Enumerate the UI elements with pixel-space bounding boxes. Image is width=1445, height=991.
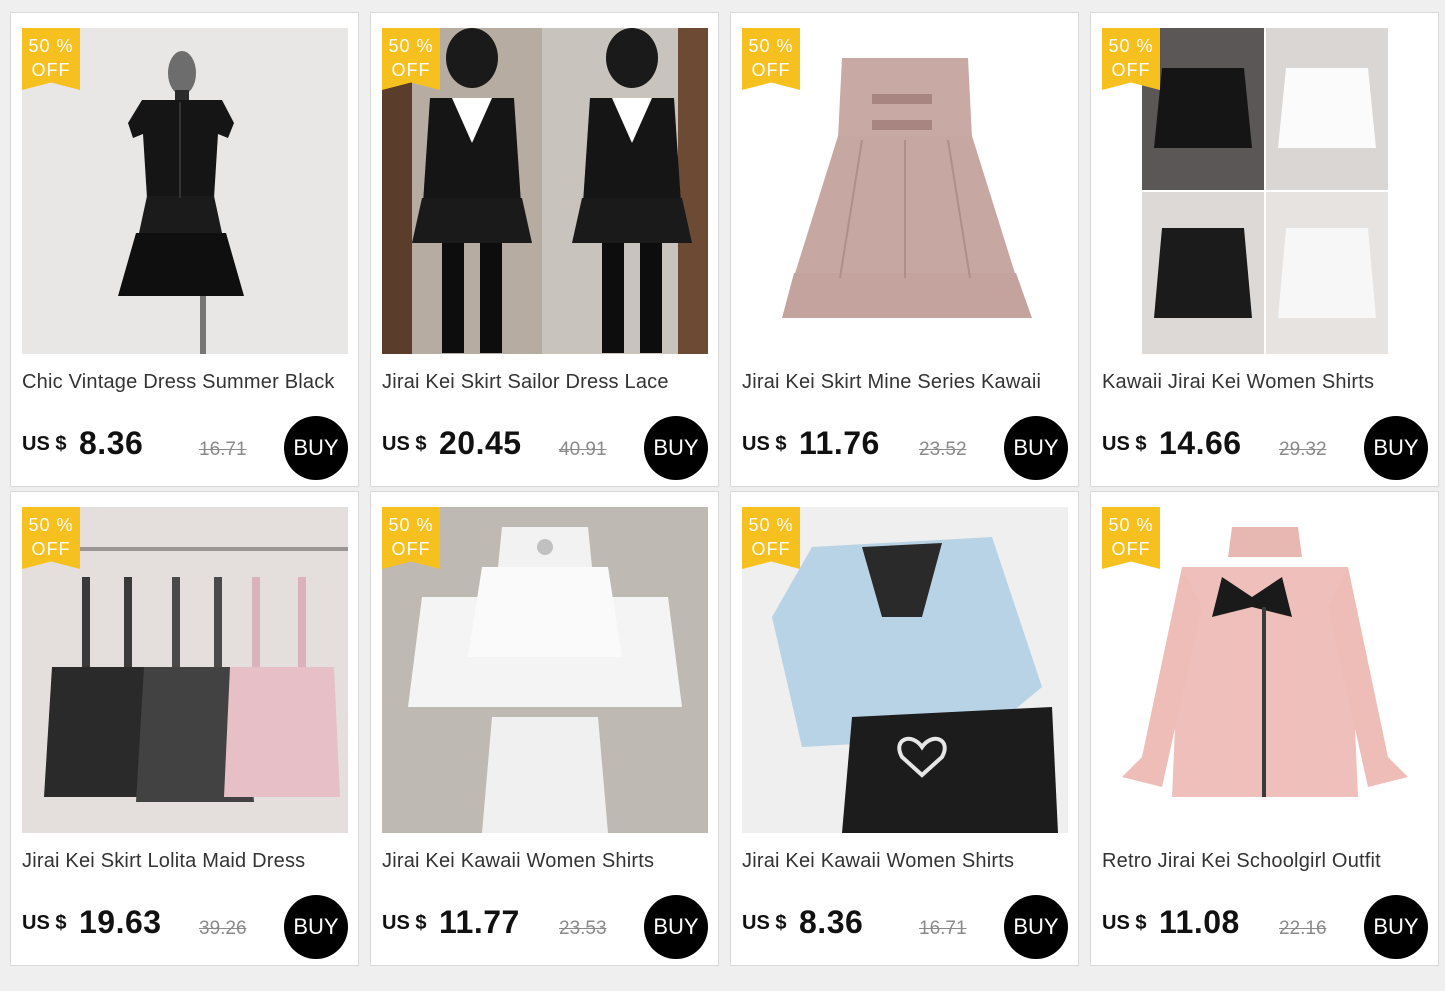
product-title[interactable]: Jirai Kei Skirt Sailor Dress Lace	[382, 371, 710, 394]
original-price: 39.26	[199, 918, 247, 939]
discount-badge: 50 % OFF	[382, 507, 440, 569]
discount-badge: 50 % OFF	[22, 28, 80, 90]
current-price: 20.45	[439, 425, 522, 461]
currency-label: US $	[1102, 433, 1147, 455]
price-row: US $ 19.63 39.26 BUY	[22, 895, 352, 959]
discount-badge: 50 % OFF	[382, 28, 440, 90]
discount-badge: 50 % OFF	[1102, 28, 1160, 90]
discount-badge: 50 % OFF	[1102, 507, 1160, 569]
price-row: US $ 8.36 16.71 BUY	[22, 416, 352, 480]
discount-badge: 50 % OFF	[22, 507, 80, 569]
discount-percent: 50 %	[28, 36, 74, 56]
buy-button[interactable]: BUY	[284, 895, 348, 959]
price-row: US $ 8.36 16.71 BUY	[742, 895, 1072, 959]
discount-badge: 50 % OFF	[742, 507, 800, 569]
discount-percent: 50 %	[748, 515, 794, 535]
discount-off: OFF	[1111, 539, 1151, 559]
product-title[interactable]: Jirai Kei Kawaii Women Shirts	[742, 850, 1070, 873]
discount-off: OFF	[1111, 60, 1151, 80]
current-price: 11.08	[1159, 904, 1240, 940]
currency-label: US $	[22, 912, 67, 934]
buy-button[interactable]: BUY	[284, 416, 348, 480]
discount-off: OFF	[751, 60, 791, 80]
discount-off: OFF	[391, 539, 431, 559]
original-price: 40.91	[559, 439, 607, 460]
discount-off: OFF	[31, 60, 71, 80]
product-card[interactable]: 50 % OFF Jirai Kei Kawaii Women Shirts U…	[730, 491, 1079, 966]
product-title[interactable]: Chic Vintage Dress Summer Black	[22, 371, 350, 394]
currency-label: US $	[742, 433, 787, 455]
original-price: 23.52	[919, 439, 967, 460]
product-title[interactable]: Kawaii Jirai Kei Women Shirts	[1102, 371, 1430, 394]
product-card[interactable]: 50 % OFF Retro Jirai Kei Schoolgirl Outf…	[1090, 491, 1439, 966]
buy-button[interactable]: BUY	[1364, 416, 1428, 480]
discount-percent: 50 %	[1108, 515, 1154, 535]
product-grid: 50 % OFF Chic Vintage Dress Summer Black…	[10, 12, 1439, 966]
discount-off: OFF	[751, 539, 791, 559]
product-title[interactable]: Jirai Kei Kawaii Women Shirts	[382, 850, 710, 873]
product-title[interactable]: Jirai Kei Skirt Mine Series Kawaii	[742, 371, 1070, 394]
current-price: 19.63	[79, 904, 162, 940]
buy-button[interactable]: BUY	[1004, 416, 1068, 480]
discount-badge: 50 % OFF	[742, 28, 800, 90]
buy-button[interactable]: BUY	[1004, 895, 1068, 959]
discount-percent: 50 %	[388, 515, 434, 535]
discount-percent: 50 %	[28, 515, 74, 535]
product-title[interactable]: Jirai Kei Skirt Lolita Maid Dress	[22, 850, 350, 873]
price-row: US $ 20.45 40.91 BUY	[382, 416, 712, 480]
discount-percent: 50 %	[748, 36, 794, 56]
discount-percent: 50 %	[1108, 36, 1154, 56]
price-row: US $ 11.76 23.52 BUY	[742, 416, 1072, 480]
buy-button[interactable]: BUY	[644, 416, 708, 480]
product-card[interactable]: 50 % OFF Jirai Kei Skirt Sailor Dress La…	[370, 12, 719, 487]
discount-off: OFF	[31, 539, 71, 559]
original-price: 16.71	[919, 918, 967, 939]
buy-button[interactable]: BUY	[644, 895, 708, 959]
product-card[interactable]: 50 % OFF Chic Vintage Dress Summer Black…	[10, 12, 359, 487]
currency-label: US $	[742, 912, 787, 934]
current-price: 14.66	[1159, 425, 1242, 461]
original-price: 22.16	[1279, 918, 1327, 939]
currency-label: US $	[1102, 912, 1147, 934]
product-title[interactable]: Retro Jirai Kei Schoolgirl Outfit	[1102, 850, 1430, 873]
currency-label: US $	[382, 433, 427, 455]
buy-button[interactable]: BUY	[1364, 895, 1428, 959]
current-price: 8.36	[79, 425, 144, 461]
currency-label: US $	[382, 912, 427, 934]
currency-label: US $	[22, 433, 67, 455]
price-row: US $ 14.66 29.32 BUY	[1102, 416, 1432, 480]
price-row: US $ 11.77 23.53 BUY	[382, 895, 712, 959]
price-row: US $ 11.08 22.16 BUY	[1102, 895, 1432, 959]
product-card[interactable]: 50 % OFF Jirai Kei Skirt Lolita Maid Dre…	[10, 491, 359, 966]
current-price: 11.77	[439, 904, 520, 940]
product-card[interactable]: 50 % OFF Jirai Kei Kawaii Women Shirts U…	[370, 491, 719, 966]
discount-off: OFF	[391, 60, 431, 80]
product-card[interactable]: 50 % OFF Jirai Kei Skirt Mine Series Kaw…	[730, 12, 1079, 487]
discount-percent: 50 %	[388, 36, 434, 56]
current-price: 8.36	[799, 904, 864, 940]
original-price: 29.32	[1279, 439, 1327, 460]
original-price: 23.53	[559, 918, 607, 939]
original-price: 16.71	[199, 439, 247, 460]
current-price: 11.76	[799, 425, 880, 461]
product-card[interactable]: 50 % OFF Kawaii Jirai Kei Women Shirts U…	[1090, 12, 1439, 487]
